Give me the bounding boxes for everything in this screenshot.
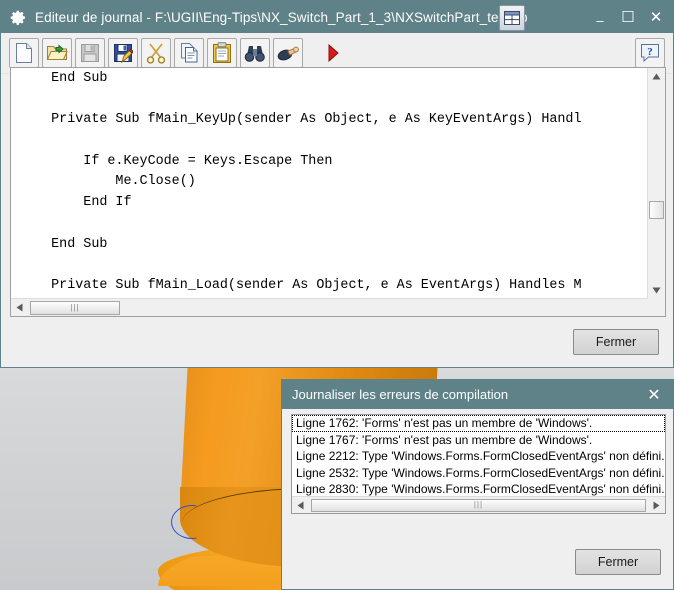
save-as-icon[interactable] xyxy=(108,38,138,68)
code-line[interactable] xyxy=(13,255,646,276)
scroll-thumb-grip: ||| xyxy=(70,302,80,312)
editor-horizontal-scrollbar[interactable]: ||| xyxy=(11,298,648,316)
code-line[interactable]: If e.KeyCode = Keys.Escape Then xyxy=(13,152,646,173)
new-file-icon[interactable] xyxy=(9,38,39,68)
error-list[interactable]: Ligne 1762: 'Forms' n'est pas un membre … xyxy=(292,415,665,496)
svg-text:?: ? xyxy=(647,46,653,58)
error-list-item[interactable]: Ligne 2212: Type 'Windows.Forms.FormClos… xyxy=(292,448,665,465)
code-line[interactable]: Private Sub fMain_KeyUp(sender As Object… xyxy=(13,110,646,131)
code-line[interactable]: Private Sub fMain_Load(sender As Object,… xyxy=(13,276,646,297)
open-folder-icon[interactable] xyxy=(42,38,72,68)
replace-icon[interactable] xyxy=(273,38,303,68)
code-line[interactable]: End Sub xyxy=(13,235,646,256)
window-controls: – ☐ ✕ xyxy=(587,1,669,33)
journal-editor-window: Editeur de journal - F:\UGII\Eng-Tips\NX… xyxy=(0,0,674,368)
scroll-up-arrow[interactable] xyxy=(648,68,665,85)
code-line[interactable] xyxy=(13,90,646,111)
scroll-left-arrow[interactable] xyxy=(11,299,28,316)
code-line[interactable]: Me.Close() xyxy=(13,172,646,193)
error-list-item[interactable]: Ligne 2532: Type 'Windows.Forms.FormClos… xyxy=(292,465,665,482)
code-line-text: Private Sub fMain_KeyUp(sender As Object… xyxy=(19,112,582,128)
window-title: Editeur de journal - F:\UGII\Eng-Tips\NX… xyxy=(35,9,528,25)
error-dialog-close-button[interactable]: Fermer xyxy=(575,549,661,575)
find-binoculars-icon[interactable] xyxy=(240,38,270,68)
horizontal-scroll-thumb[interactable]: ||| xyxy=(30,300,120,315)
error-list-item[interactable]: Ligne 1767: 'Forms' n'est pas un membre … xyxy=(292,432,665,449)
save-icon xyxy=(75,38,105,68)
vertical-scroll-thumb[interactable] xyxy=(649,201,664,219)
error-scroll-right-arrow[interactable] xyxy=(648,497,665,514)
run-play-icon[interactable] xyxy=(318,38,348,68)
code-line-text: End Sub xyxy=(19,236,108,252)
error-dialog-title-bar: Journaliser les erreurs de compilation ✕ xyxy=(282,380,673,409)
code-line-text: End Sub xyxy=(19,71,108,86)
code-text-area[interactable]: End Sub Private Sub fMain_KeyUp(sender A… xyxy=(13,69,646,298)
editor-close-button[interactable]: Fermer xyxy=(573,329,659,355)
code-line[interactable]: End If xyxy=(13,193,646,214)
error-dialog-close-icon[interactable]: ✕ xyxy=(641,380,667,409)
code-line-text: End If xyxy=(19,195,132,211)
code-line[interactable]: End Sub xyxy=(13,69,646,90)
help-question-icon[interactable]: ? xyxy=(635,38,665,68)
code-line-text: Me.Close() xyxy=(19,174,196,190)
minimize-button[interactable]: – xyxy=(587,0,613,36)
code-line[interactable] xyxy=(13,214,646,235)
code-line-text: Private Sub fMain_Load(sender As Object,… xyxy=(19,277,582,293)
cut-scissors-icon[interactable] xyxy=(141,38,171,68)
error-list-horizontal-scrollbar[interactable]: ||| xyxy=(292,496,665,513)
compilation-error-dialog: Journaliser les erreurs de compilation ✕… xyxy=(281,379,674,590)
error-scroll-left-arrow[interactable] xyxy=(292,497,309,514)
error-dialog-title: Journaliser les erreurs de compilation xyxy=(292,387,509,402)
copy-icon[interactable] xyxy=(174,38,204,68)
code-editor-pane[interactable]: End Sub Private Sub fMain_KeyUp(sender A… xyxy=(10,67,666,317)
error-scroll-thumb-grip: ||| xyxy=(473,500,484,509)
error-list-item[interactable]: Ligne 2830: Type 'Windows.Forms.FormClos… xyxy=(292,481,665,496)
gear-icon xyxy=(10,9,27,26)
title-bar: Editeur de journal - F:\UGII\Eng-Tips\NX… xyxy=(1,1,673,33)
error-list-item[interactable]: Ligne 1762: 'Forms' n'est pas un membre … xyxy=(292,415,665,432)
paste-clipboard-icon[interactable] xyxy=(207,38,237,68)
maximize-button[interactable]: ☐ xyxy=(615,2,641,32)
code-line-text: If e.KeyCode = Keys.Escape Then xyxy=(19,153,333,169)
editor-vertical-scrollbar[interactable] xyxy=(647,68,665,299)
error-horizontal-scroll-thumb[interactable]: ||| xyxy=(311,498,646,512)
error-list-box[interactable]: Ligne 1762: 'Forms' n'est pas un membre … xyxy=(291,414,666,514)
window-panel-icon[interactable] xyxy=(499,5,525,31)
close-button[interactable]: ✕ xyxy=(643,2,669,32)
scroll-down-arrow[interactable] xyxy=(648,282,665,299)
scrollbar-corner xyxy=(648,299,665,316)
code-line[interactable] xyxy=(13,131,646,152)
